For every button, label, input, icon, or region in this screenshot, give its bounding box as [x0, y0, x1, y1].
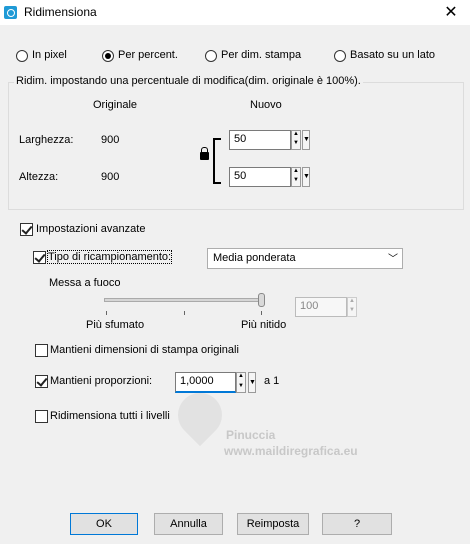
width-original: 900 [101, 134, 120, 146]
reset-button[interactable]: Reimposta [237, 513, 309, 535]
keep-ratio-label[interactable]: Mantieni proporzioni: [50, 375, 152, 387]
height-dropdown[interactable]: ▼ [302, 167, 310, 187]
resize-all-layers-label[interactable]: Ridimensiona tutti i livelli [50, 410, 170, 422]
resample-value: Media ponderata [213, 252, 296, 264]
sharpness-min-label: Più sfumato [86, 319, 145, 331]
sharpness-max-label: Più nitido [241, 319, 287, 331]
new-header: Nuovo [250, 99, 282, 111]
cancel-button[interactable]: Annulla [154, 513, 223, 535]
resample-checkbox[interactable] [33, 251, 46, 264]
sharpness-spin: ▲ ▼ [347, 297, 357, 317]
ok-button[interactable]: OK [70, 513, 138, 535]
sharpness-value-input: 100 [295, 297, 347, 317]
chevron-down-icon: ﹀ [388, 254, 398, 265]
width-label: Larghezza: [19, 134, 74, 146]
keep-print-size-label[interactable]: Mantieni dimensioni di stampa originali [50, 344, 239, 356]
width-spin[interactable]: ▲ ▼ [291, 130, 301, 150]
slider-tick [261, 311, 262, 315]
width-new-input[interactable]: 50 [229, 130, 291, 150]
help-button[interactable]: ? [322, 513, 392, 535]
sharpness-label: Messa a fuoco [49, 277, 121, 289]
radio-print-size-label[interactable]: Per dim. stampa [221, 49, 301, 61]
watermark-site: www.maildiregrafica.eu [224, 444, 358, 458]
height-new-input[interactable]: 50 [229, 167, 291, 187]
ratio-dropdown[interactable]: ▼ [248, 372, 256, 393]
resample-select[interactable]: Media ponderata [207, 248, 403, 269]
close-button[interactable]: ✕ [432, 0, 470, 25]
radio-one-side-label[interactable]: Basato su un lato [350, 49, 435, 61]
slider-tick [184, 311, 185, 315]
height-original: 900 [101, 171, 120, 183]
sharpness-track[interactable] [104, 298, 264, 302]
ratio-suffix: a 1 [264, 375, 280, 387]
radio-one-side[interactable] [334, 50, 346, 62]
slider-tick [106, 311, 107, 315]
radio-in-pixel[interactable] [16, 50, 28, 62]
app-icon [4, 6, 17, 19]
radio-in-pixel-label[interactable]: In pixel [32, 49, 67, 61]
ratio-spin[interactable]: ▲ ▼ [236, 372, 246, 393]
lock-icon[interactable] [200, 152, 209, 160]
resize-all-layers-checkbox[interactable] [35, 410, 48, 423]
radio-print-size[interactable] [205, 50, 217, 62]
advanced-label[interactable]: Impostazioni avanzate [36, 223, 145, 235]
sharpness-slider-thumb[interactable] [258, 293, 265, 307]
radio-per-percent[interactable] [102, 50, 114, 62]
advanced-checkbox[interactable] [20, 223, 33, 236]
height-spin[interactable]: ▲ ▼ [291, 167, 301, 187]
window-title: Ridimensiona [24, 5, 97, 19]
keep-ratio-checkbox[interactable] [35, 375, 48, 388]
original-header: Originale [93, 99, 138, 111]
watermark-name: Pinuccia [226, 428, 276, 442]
ratio-input[interactable]: 1,0000 [175, 372, 236, 393]
watermark-logo [168, 383, 232, 447]
link-bracket [213, 138, 221, 184]
width-dropdown[interactable]: ▼ [302, 130, 310, 150]
keep-print-size-checkbox[interactable] [35, 344, 48, 357]
resample-label[interactable]: Tipo di ricampionamento: [46, 250, 173, 264]
group-caption: Ridim. impostando una percentuale di mod… [14, 75, 363, 87]
height-label: Altezza: [19, 171, 59, 183]
lock-shackle [201, 147, 208, 153]
radio-per-percent-label[interactable]: Per percent. [118, 49, 178, 61]
